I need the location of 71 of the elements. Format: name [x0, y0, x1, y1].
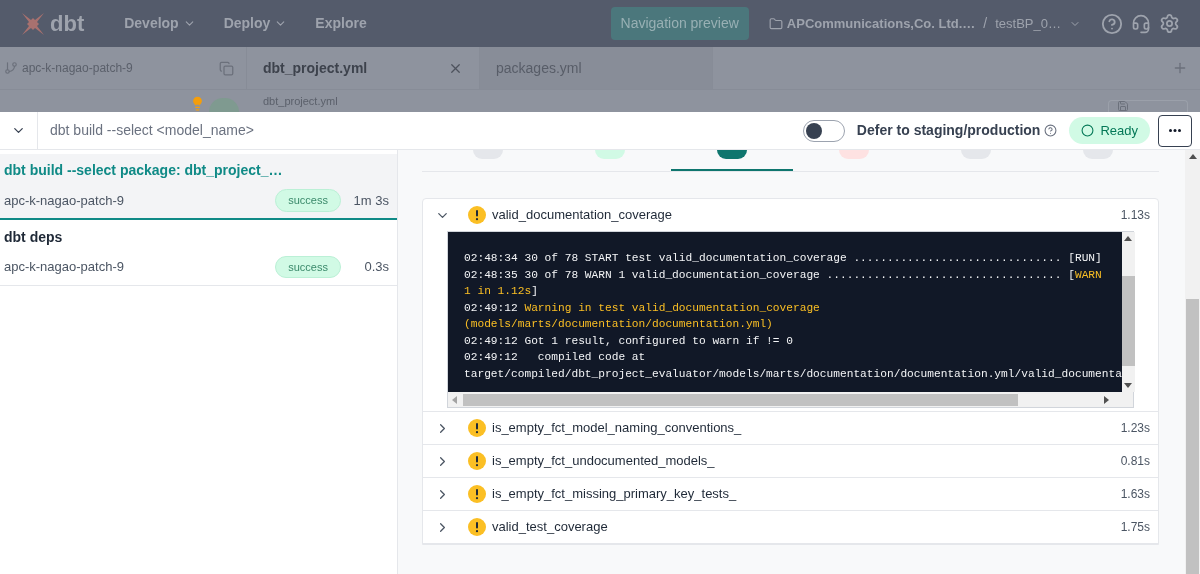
warning-icon [468, 206, 486, 224]
copy-icon[interactable] [219, 60, 234, 76]
test-name: valid_test_coverage [492, 518, 608, 537]
count-pill [839, 150, 869, 159]
nav-menu[interactable]: Deploy [223, 13, 288, 34]
logo-icon [20, 10, 46, 37]
count-pill [595, 150, 625, 159]
add-icon[interactable] [1172, 60, 1188, 76]
save-icon [1117, 100, 1129, 112]
filter-tab[interactable] [671, 150, 793, 171]
run-command: dbt deps [4, 227, 64, 247]
branch-icon [4, 61, 18, 75]
log-line: (models/marts/documentation/documentation.yml) [464, 317, 774, 332]
preview-button[interactable]: Navigation preview [610, 7, 749, 40]
warning-icon [468, 452, 486, 470]
warning-icon [468, 485, 486, 503]
log-line: 02:48:35 30 of 78 WARN 1 valid_documentation_coverage ................................... [WARN [464, 267, 1103, 283]
lightbulb-icon [190, 96, 205, 111]
run-duration: 1m 3s [352, 191, 390, 210]
count-pill [209, 98, 239, 112]
logo-text: dbt [50, 10, 85, 38]
page-scrollbar[interactable] [1185, 150, 1200, 574]
test-row[interactable]: valid_documentation_coverage 1.13s [423, 199, 1158, 231]
warning-icon [468, 419, 486, 437]
defer-toggle[interactable] [802, 119, 845, 142]
test-duration: 0.81s [1120, 453, 1150, 470]
test-duration: 1.75s [1120, 519, 1150, 536]
log-line: 02:49:12 Warning in test valid_documentation_coverage [464, 300, 821, 316]
test-duration: 1.13s [1120, 207, 1150, 224]
vertical-scrollbar[interactable] [1121, 232, 1135, 392]
log-line: 02:49:12 compiled code at [464, 350, 647, 365]
test-name: valid_documentation_coverage [492, 206, 672, 225]
more-button[interactable] [1158, 114, 1192, 147]
test-name: is_empty_fct_undocumented_models_ [492, 452, 715, 471]
run-command: dbt build --select package: dbt_project_… [4, 161, 284, 181]
warning-icon [468, 518, 486, 536]
run-duration: 0.3s [363, 258, 390, 277]
defer-label: Defer to staging/production [856, 121, 1041, 140]
log-line: 02:49:12 Got 1 result, configured to warn if != 0 [464, 333, 794, 349]
status-icon [1081, 124, 1095, 137]
test-duration: 1.63s [1120, 486, 1150, 503]
account-name[interactable]: APCommunications,Co. Ltd.… [786, 13, 976, 34]
more-icon [1169, 129, 1181, 132]
horizontal-scrollbar[interactable] [448, 392, 1133, 407]
test-duration: 1.23s [1120, 420, 1150, 437]
test-row[interactable]: is_empty_fct_model_naming_conventions_ 1.23s [423, 412, 1158, 444]
status-pill: success [275, 255, 341, 279]
status-pill: success [275, 189, 341, 212]
breadcrumb-separator: / [983, 14, 988, 33]
nav-menu[interactable]: Explore [315, 13, 367, 34]
help-icon[interactable] [1101, 12, 1123, 35]
headset-icon[interactable] [1131, 13, 1151, 34]
test-row[interactable]: is_empty_fct_undocumented_models_ 0.81s [423, 445, 1158, 477]
settings-icon[interactable] [1159, 13, 1180, 34]
test-row[interactable]: valid_test_coverage 1.75s [423, 511, 1158, 543]
test-name: is_empty_fct_missing_primary_key_tests_ [492, 485, 737, 504]
log-line: target/compiled/dbt_project_evaluator/models/marts/documentation/documentation.yml/valid_documenta [464, 366, 1122, 382]
project-name[interactable]: testBP_0… [995, 13, 1061, 34]
folder-icon [768, 16, 783, 31]
run-branch: apc-k-nagao-patch-9 [4, 191, 124, 210]
help-icon[interactable] [1044, 124, 1058, 137]
test-row[interactable]: is_empty_fct_missing_primary_key_tests_ 1.63s [423, 478, 1158, 510]
status-pill: Ready [1069, 116, 1150, 145]
log-line: 02:48:34 30 of 78 START test valid_documentation_coverage ............................... [RUN] [464, 251, 1103, 266]
nav-menu[interactable]: Develop [124, 13, 196, 34]
log-line: 1 in 1.12s] [464, 284, 539, 299]
count-pill [717, 150, 747, 159]
run-item[interactable]: dbt build --select package: dbt_project_… apc-k-nagao-patch-9 success 1m 3s [0, 154, 397, 220]
command-field[interactable]: dbt build --select <model_name> [50, 120, 450, 141]
test-name: is_empty_fct_model_naming_conventions_ [492, 419, 742, 438]
run-branch: apc-k-nagao-patch-9 [4, 258, 124, 277]
